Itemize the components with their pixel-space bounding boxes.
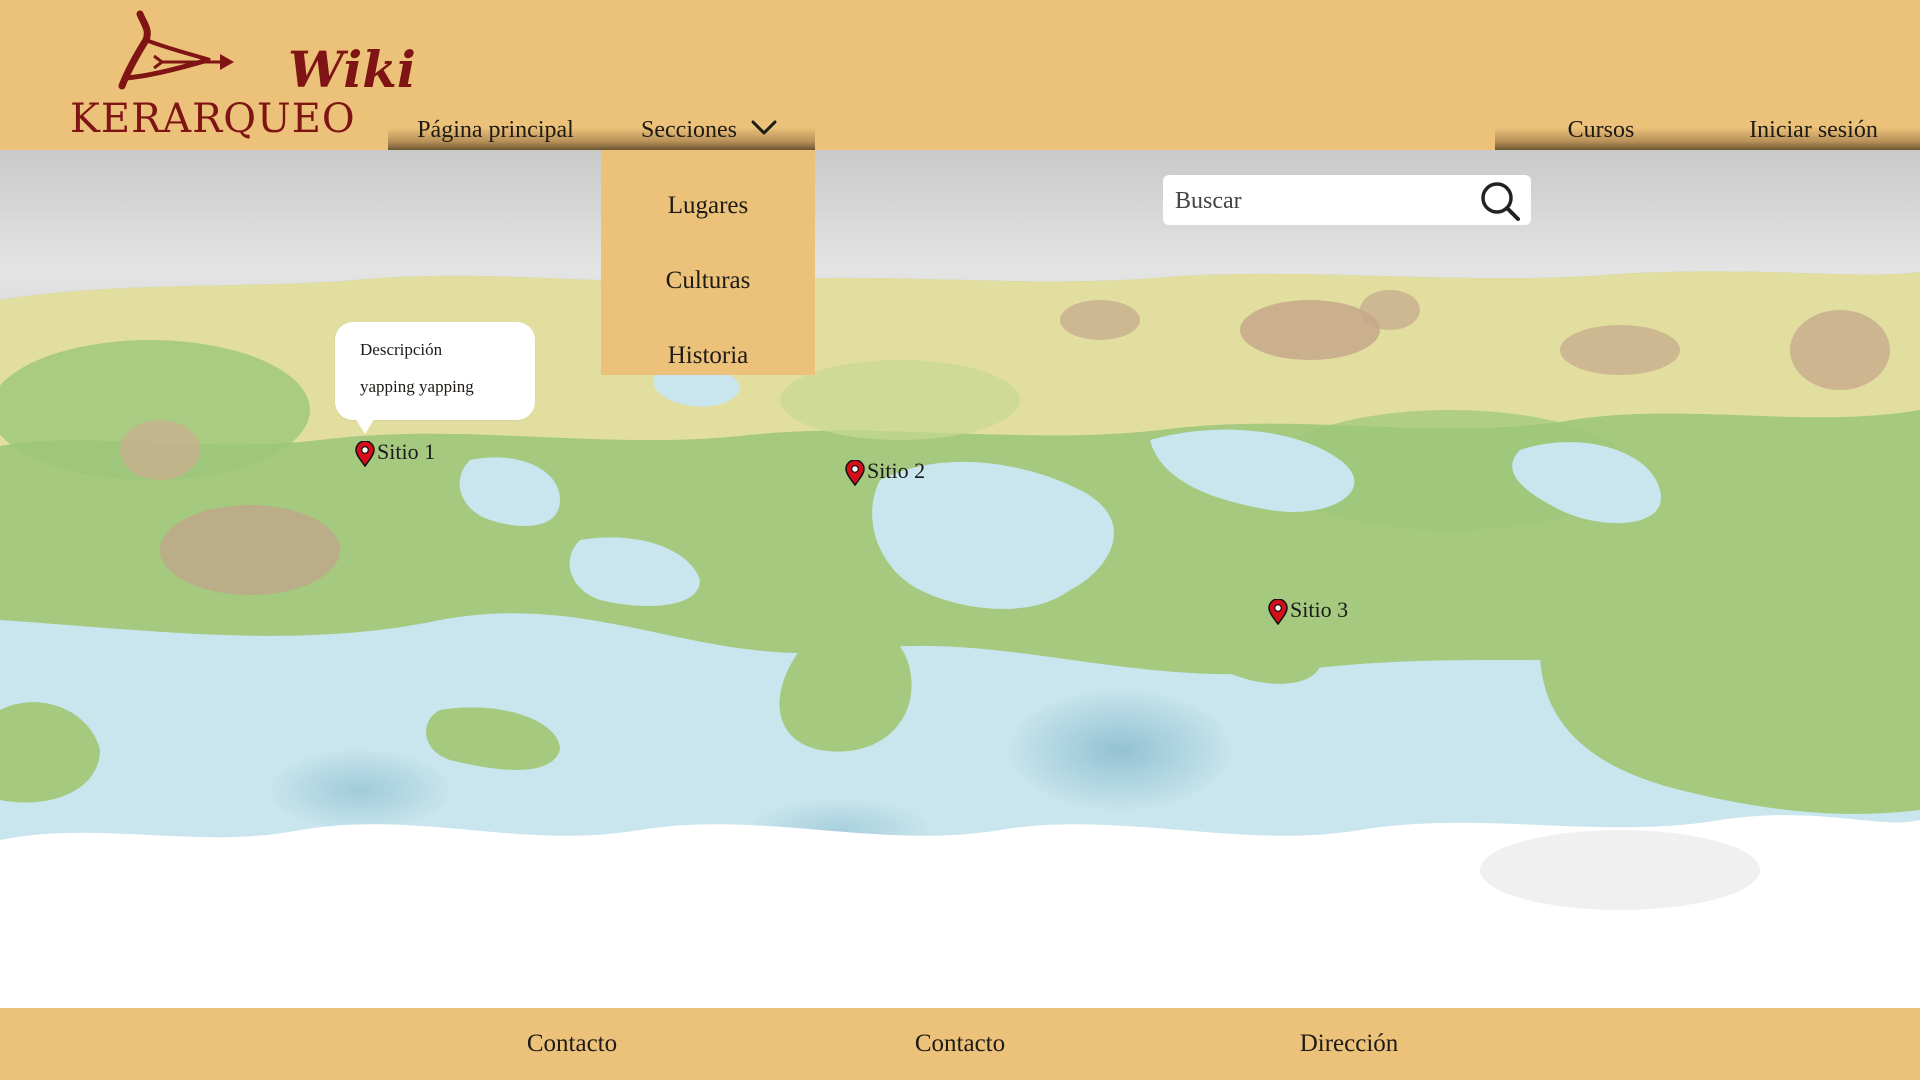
- dropdown-item-places[interactable]: Lugares: [601, 192, 815, 220]
- top-bar: KERARQUEO Wiki Página principal Seccione…: [0, 0, 1920, 150]
- map-pin-icon: [355, 441, 375, 467]
- chevron-down-icon: [751, 120, 777, 135]
- bow-arrow-logo-icon: [118, 10, 234, 90]
- tooltip-title: Descripción: [360, 340, 443, 359]
- nav-home-label: Página principal: [417, 117, 574, 143]
- nav-sections[interactable]: Secciones: [603, 117, 815, 150]
- marker-label: Sitio 2: [867, 458, 926, 483]
- footer-link-address[interactable]: Dirección: [1300, 1030, 1399, 1058]
- search-bar: [1163, 175, 1531, 225]
- nav-sections-label: Secciones: [641, 117, 737, 143]
- kerarqueo-logo[interactable]: KERARQUEO: [70, 8, 355, 142]
- footer-bar: Contacto Contacto Dirección: [0, 1008, 1920, 1080]
- marker-label: Sitio 3: [1290, 597, 1349, 622]
- world-map-image: [0, 150, 1920, 1008]
- search-input[interactable]: [1173, 183, 1477, 219]
- nav-courses-label: Cursos: [1567, 117, 1635, 143]
- search-icon[interactable]: [1479, 180, 1521, 222]
- tooltip-body: yapping yapping: [360, 377, 474, 396]
- footer-link-contact-1[interactable]: Contacto: [527, 1030, 617, 1058]
- nav-courses[interactable]: Cursos: [1495, 117, 1707, 150]
- map-pin-icon: [845, 460, 865, 486]
- dropdown-item-history[interactable]: Historia: [601, 342, 815, 370]
- world-map[interactable]: [0, 150, 1920, 1008]
- sections-dropdown-menu: Lugares Culturas Historia: [601, 150, 815, 375]
- footer-link-contact-2[interactable]: Contacto: [915, 1030, 1005, 1058]
- dropdown-item-cultures[interactable]: Culturas: [601, 267, 815, 295]
- nav-login-label: Iniciar sesión: [1749, 117, 1878, 143]
- logo-wordmark: KERARQUEO: [70, 96, 356, 142]
- nav-login[interactable]: Iniciar sesión: [1707, 117, 1920, 150]
- nav-home[interactable]: Página principal: [388, 117, 603, 150]
- marker-label: Sitio 1: [377, 439, 436, 464]
- marker-tooltip: Descripción yapping yapping: [335, 322, 535, 434]
- wiki-label: Wiki: [288, 40, 416, 99]
- map-pin-icon: [1268, 599, 1288, 625]
